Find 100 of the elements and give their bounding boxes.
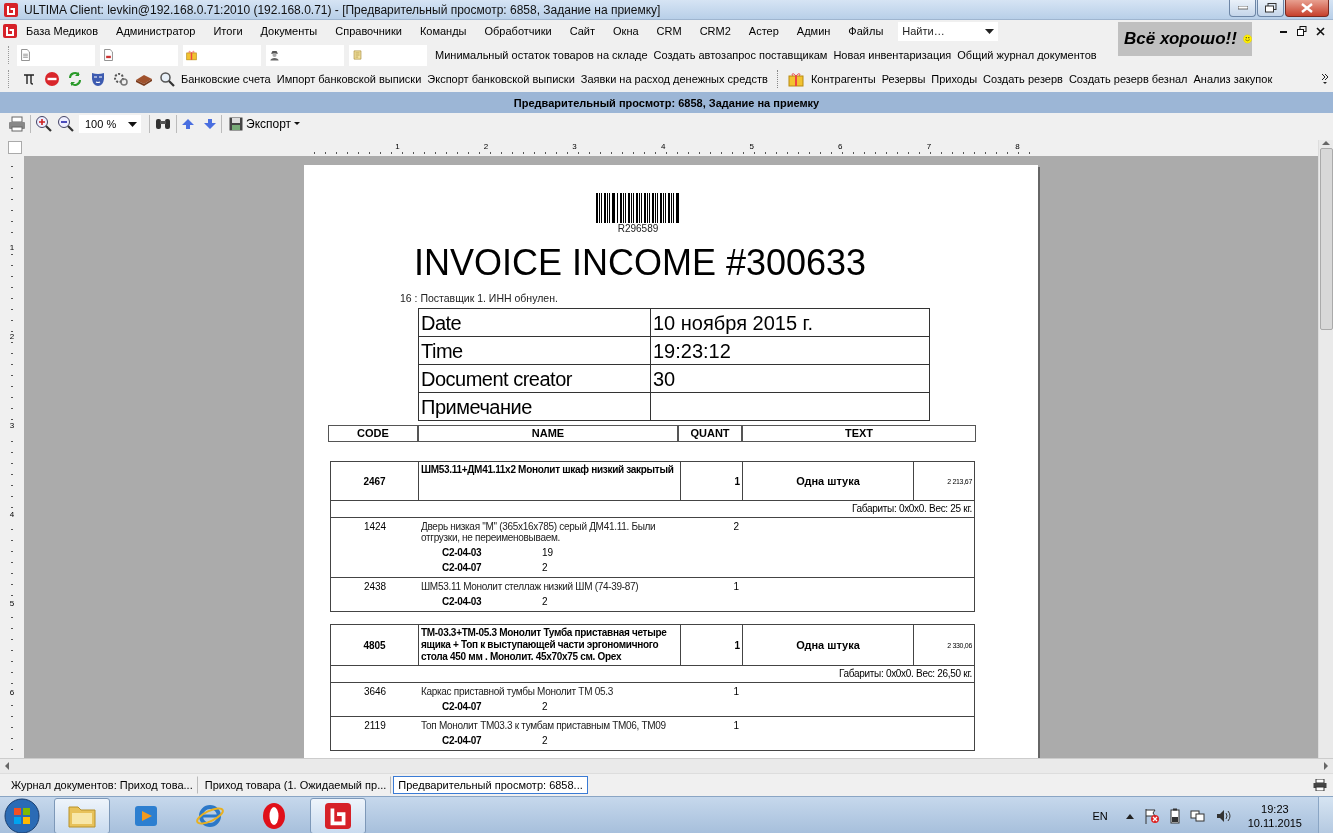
input-field[interactable] (100, 44, 178, 66)
network-icon[interactable] (1189, 808, 1206, 824)
language-indicator[interactable]: EN (1092, 810, 1108, 822)
toolbar-link[interactable]: Создать резерв (980, 73, 1066, 85)
ruler-number: 4 (660, 142, 666, 153)
input-field[interactable] (183, 44, 261, 66)
menu-item[interactable]: Администратор (107, 25, 205, 37)
menu-item[interactable]: Команды (410, 25, 476, 37)
component-code: 2438 (362, 581, 388, 592)
toolbar-link[interactable]: Минимальный остаток товаров на складе (432, 49, 651, 61)
menu-item[interactable]: Астер (739, 25, 788, 37)
clock[interactable]: 19:23 10.11.2015 (1247, 802, 1302, 830)
chevron-icon[interactable] (1321, 73, 1329, 85)
toolbar-link[interactable]: Экспорт банковской выписки (424, 73, 578, 85)
window-tab[interactable]: Приход товара (1. Ожидаемый пр... (199, 776, 392, 794)
toolbar-link[interactable]: Создать автозапрос поставщикам (650, 49, 831, 61)
item-name: ТМ-03.3+ТМ-05.3 Монолит Тумба приставная четыре ящика + Топ к выступающей части эргономичного стола 450 мм . Монолит. 45x70x75 см. Орех (419, 625, 681, 665)
input-field[interactable] (349, 44, 427, 66)
taskbar-app-button[interactable] (310, 798, 366, 833)
minimize-icon (1237, 6, 1248, 10)
export-button[interactable]: Экспорт (226, 117, 304, 131)
flag-icon[interactable] (1143, 808, 1160, 824)
search-field[interactable]: Найти… (898, 21, 983, 41)
vertical-scrollbar[interactable] (1318, 140, 1333, 758)
up-arrow-icon[interactable] (1125, 813, 1134, 819)
scroll-up-icon[interactable] (1322, 140, 1330, 146)
print-icon[interactable] (8, 116, 26, 132)
menu-item[interactable]: База Медиков (17, 25, 108, 37)
horizontal-scrollbar[interactable] (0, 758, 1333, 773)
scroll-right-icon[interactable] (1323, 762, 1329, 770)
zoom-in-icon[interactable] (35, 115, 53, 133)
ruler-number: 8 (1015, 142, 1020, 153)
battery-icon[interactable] (1169, 808, 1180, 824)
dimensions-text: Габариты: 0x0x0. Вес: 26,50 кг. (331, 665, 974, 682)
down-arrow-icon[interactable] (203, 117, 217, 131)
toolbar-link[interactable]: Приходы (928, 73, 981, 85)
restore-button[interactable] (1257, 0, 1284, 17)
window-tab[interactable]: Предварительный просмотр: 6858... (393, 776, 588, 794)
mask-icon[interactable] (90, 71, 105, 87)
close-icon[interactable] (1316, 26, 1325, 36)
pi-icon[interactable] (22, 72, 35, 86)
ruler-number: 3 (572, 142, 577, 153)
preview-header: Предварительный просмотр: 6858, Задание на приемку (0, 92, 1333, 113)
close-button[interactable] (1285, 0, 1329, 17)
taskbar-app-button[interactable] (54, 798, 110, 833)
scroll-icon (352, 47, 363, 63)
toolbar-link[interactable]: Банковские счета (178, 73, 274, 85)
toolbar-link[interactable]: Общий журнал документов (954, 49, 1100, 61)
ruler-number: 6 (9, 688, 15, 698)
menu-item[interactable]: Справочники (326, 25, 411, 37)
input-field[interactable] (17, 44, 95, 66)
toolbar-link[interactable]: Резервы (878, 73, 929, 85)
menu-item[interactable]: Файлы (839, 25, 893, 37)
toolbar-link[interactable]: Создать резерв безнал (1065, 73, 1191, 85)
menu-item[interactable]: Сайт (560, 25, 604, 37)
toolbar-link[interactable]: Новая инвентаризация (830, 49, 955, 61)
zoom-out-icon[interactable] (57, 115, 75, 133)
scroll-left-icon[interactable] (4, 762, 10, 770)
zoom-field[interactable]: 100 % (79, 115, 125, 133)
dropdown-button[interactable] (125, 115, 141, 133)
menu-item[interactable]: CRM (647, 25, 691, 37)
menu-item[interactable]: Итоги (204, 25, 252, 37)
stop-icon[interactable] (43, 71, 60, 87)
dropdown-button[interactable] (982, 21, 999, 41)
info-value: 10 ноября 2015 г. (650, 308, 930, 337)
toolbar-link[interactable]: Контрагенты (807, 73, 879, 85)
column-header: CODE (328, 425, 418, 442)
menu-item[interactable]: Обработчики (475, 25, 561, 37)
menu-item[interactable]: Документы (251, 25, 327, 37)
menu-item[interactable]: Админ (787, 25, 840, 37)
cell-quantity: 2 (542, 735, 549, 746)
magnifier-icon[interactable] (158, 71, 175, 87)
component-name: Дверь низкая "М" (365x16x785) серый ДМ41.11. Были отгрузки, не переименовываем. (420, 521, 657, 543)
ruler-number: 2 (483, 142, 489, 153)
restore-icon[interactable] (1297, 26, 1307, 36)
column-header: QUANT (678, 425, 742, 442)
refresh-icon[interactable] (66, 71, 83, 87)
caret-icon (294, 122, 301, 126)
storage-cell-text: C2-04-03 (442, 596, 483, 607)
binoculars-icon[interactable] (154, 116, 172, 132)
toolbar-link[interactable]: Анализ закупок (1190, 73, 1276, 85)
info-label: Time (418, 336, 651, 365)
ruler-number: 5 (9, 599, 15, 609)
printer-icon[interactable] (1313, 779, 1327, 791)
book-icon[interactable] (134, 72, 153, 86)
status-badge: Всё хорошо!! (1118, 22, 1252, 56)
start-button[interactable] (4, 798, 40, 833)
item-code: 2467 (331, 462, 419, 500)
window-tab[interactable]: Журнал документов: Приход това... (6, 776, 198, 794)
menu-item[interactable]: Окна (604, 25, 648, 37)
ruler-number: 2 (9, 332, 15, 342)
volume-icon[interactable] (1215, 808, 1232, 824)
save-icon (229, 117, 243, 131)
menu-item[interactable]: CRM2 (690, 25, 740, 37)
toolbar-link[interactable]: Заявки на расход денежных средств (577, 73, 771, 85)
ruler-number: 4 (9, 510, 15, 520)
column-header: NAME (418, 425, 678, 442)
input-field[interactable] (266, 44, 344, 66)
ruler-number: 1 (395, 142, 400, 153)
toolbar-link[interactable]: Импорт банковской выписки (273, 73, 425, 85)
